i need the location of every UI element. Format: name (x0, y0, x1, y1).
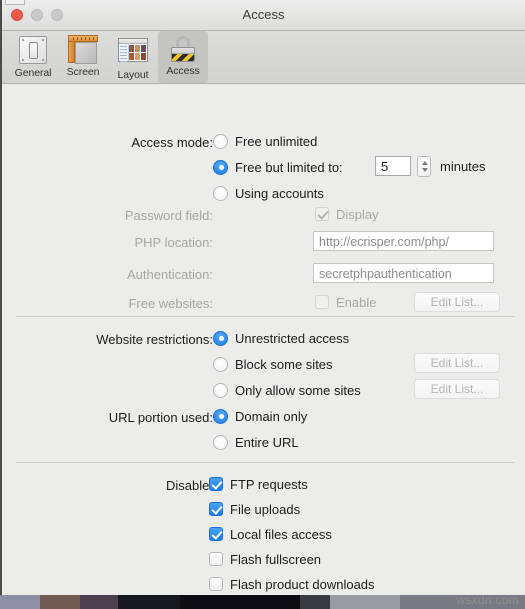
window-corner-artifact (5, 0, 25, 5)
radio-label-unrestricted-access: Unrestricted access (235, 330, 350, 346)
checkbox-label-flash-product-downloads: Flash product downloads (230, 576, 375, 592)
toolbar-item-access[interactable]: Access (158, 31, 208, 83)
toolbar-label-general: General (14, 67, 52, 79)
radio-label-free-unlimited: Free unlimited (235, 133, 318, 149)
separator-1 (16, 316, 515, 317)
separator-2 (16, 462, 515, 463)
php-location-input[interactable]: http://ecrisper.com/php/ (313, 231, 494, 251)
minutes-input[interactable]: 5 (375, 156, 411, 176)
checkbox-label-ftp-requests: FTP requests (230, 476, 308, 492)
radio-unrestricted-access[interactable] (213, 330, 228, 346)
password-display-option[interactable]: Display (315, 204, 379, 224)
disable-option-ftp[interactable]: FTP requests (209, 474, 308, 494)
authentication-input[interactable]: secretphpauthentication (313, 263, 494, 283)
url-portion-label: URL portion used: (108, 410, 213, 425)
ruler-screen-icon (67, 35, 99, 65)
radio-entire-url[interactable] (213, 434, 228, 450)
switch-plate-icon (17, 36, 49, 66)
block-sites-edit-list-button[interactable]: Edit List... (414, 353, 500, 373)
checkbox-label-flash-fullscreen: Flash fullscreen (230, 551, 322, 567)
restriction-option-unrestricted[interactable]: Unrestricted access (213, 328, 349, 348)
access-mode-option-free-limited[interactable]: Free but limited to: (213, 157, 343, 177)
php-location-label: PHP location: (134, 235, 213, 250)
disable-option-flash-product-downloads[interactable]: Flash product downloads (209, 574, 375, 594)
checkbox-local-files-access[interactable] (209, 527, 223, 541)
screenshot-root: Access General Screen Layout Access Acce… (0, 0, 525, 609)
checkbox-label-password-display: Display (336, 206, 379, 222)
checkbox-flash-product-downloads[interactable] (209, 577, 223, 591)
toolbar-item-layout[interactable]: Layout (108, 31, 158, 83)
disable-label: Disable: (166, 478, 213, 493)
radio-label-using-accounts: Using accounts (235, 185, 324, 201)
preferences-window: Access General Screen Layout Access Acce… (0, 0, 525, 595)
password-field-label: Password field: (124, 208, 213, 223)
website-restrictions-label: Website restrictions: (96, 332, 213, 347)
watermark: wsxdn.com (456, 593, 519, 607)
window-title: Access (242, 7, 285, 22)
preferences-content: Access mode: Free unlimited Free but lim… (2, 84, 525, 595)
padlock-icon (167, 34, 199, 64)
checkbox-flash-fullscreen[interactable] (209, 552, 223, 566)
radio-only-allow-some-sites[interactable] (213, 382, 228, 398)
checkbox-file-uploads[interactable] (209, 502, 223, 516)
window-titlebar[interactable]: Access (2, 0, 525, 31)
checkbox-free-websites-enable[interactable] (315, 295, 329, 309)
checkbox-label-local-files-access: Local files access (230, 526, 332, 542)
restriction-option-block-some[interactable]: Block some sites (213, 354, 333, 374)
preferences-toolbar: General Screen Layout Access (2, 31, 525, 84)
minutes-stepper-group: 5 minutes (375, 155, 486, 177)
radio-free-but-limited[interactable] (213, 159, 228, 175)
radio-label-block-some-sites: Block some sites (235, 356, 333, 372)
allow-sites-edit-list-button[interactable]: Edit List... (414, 379, 500, 399)
disable-option-local-files[interactable]: Local files access (209, 524, 332, 544)
access-mode-option-using-accounts[interactable]: Using accounts (213, 183, 324, 203)
checkbox-label-free-websites-enable: Enable (336, 294, 377, 310)
checkbox-ftp-requests[interactable] (209, 477, 223, 491)
toolbar-item-screen[interactable]: Screen (58, 31, 108, 83)
radio-free-unlimited[interactable] (213, 133, 228, 149)
access-mode-option-free-unlimited[interactable]: Free unlimited (213, 131, 317, 151)
desktop-background-strip (0, 595, 525, 609)
checkbox-label-file-uploads: File uploads (230, 501, 301, 517)
toolbar-label-screen: Screen (66, 66, 100, 78)
authentication-label: Authentication: (126, 267, 213, 282)
free-websites-label: Free websites: (128, 296, 213, 311)
minutes-unit-label: minutes (440, 158, 486, 174)
radio-label-free-but-limited: Free but limited to: (235, 159, 343, 175)
radio-label-only-allow-some-sites: Only allow some sites (235, 382, 361, 398)
radio-block-some-sites[interactable] (213, 356, 228, 372)
minutes-stepper[interactable] (417, 155, 431, 177)
disable-option-file-uploads[interactable]: File uploads (209, 499, 300, 519)
radio-domain-only[interactable] (213, 408, 228, 424)
url-portion-option-entire[interactable]: Entire URL (213, 432, 299, 452)
free-websites-enable-option[interactable]: Enable (315, 292, 376, 312)
disable-option-flash-fullscreen[interactable]: Flash fullscreen (209, 549, 321, 569)
radio-label-domain-only: Domain only (235, 408, 308, 424)
toolbar-label-access: Access (166, 65, 200, 77)
radio-label-entire-url: Entire URL (235, 434, 299, 450)
toolbar-item-general[interactable]: General (8, 31, 58, 83)
checkbox-password-display[interactable] (315, 207, 329, 221)
url-portion-option-domain[interactable]: Domain only (213, 406, 307, 426)
window-layout-icon (117, 38, 149, 68)
free-websites-edit-list-button[interactable]: Edit List... (414, 292, 500, 312)
access-mode-label: Access mode: (131, 135, 213, 150)
toolbar-label-layout: Layout (117, 69, 149, 81)
radio-using-accounts[interactable] (213, 185, 228, 201)
restriction-option-allow-some[interactable]: Only allow some sites (213, 380, 361, 400)
